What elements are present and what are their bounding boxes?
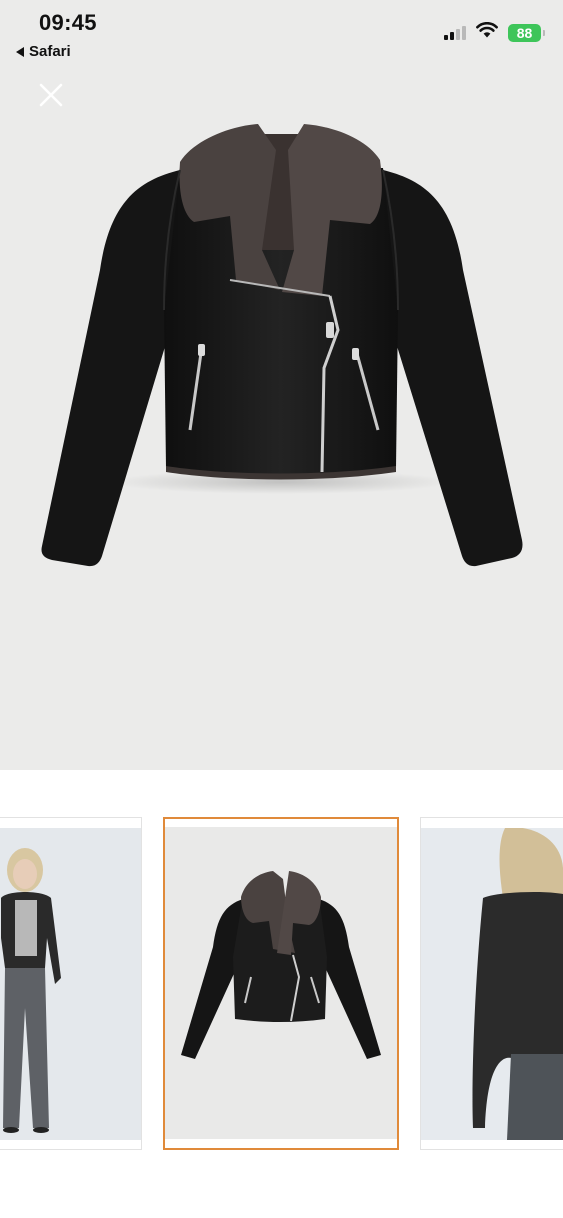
main-product-image[interactable] bbox=[30, 110, 533, 590]
image-viewer: 09:45 Safari 88 bbox=[0, 0, 563, 770]
model-back-image bbox=[421, 828, 563, 1140]
back-to-safari-link[interactable]: Safari bbox=[16, 43, 71, 60]
thumbnail-product[interactable] bbox=[163, 817, 399, 1150]
status-bar: 09:45 Safari 88 bbox=[0, 0, 563, 72]
thumbnail-strip bbox=[0, 770, 563, 1218]
thumbnail-model-front[interactable] bbox=[0, 817, 142, 1150]
close-button[interactable] bbox=[36, 80, 66, 110]
product-image bbox=[165, 827, 397, 1139]
system-icons: 88 bbox=[444, 22, 545, 43]
battery-level: 88 bbox=[516, 24, 533, 41]
battery-icon: 88 bbox=[508, 23, 545, 42]
wifi-icon bbox=[476, 22, 498, 43]
back-app-label: Safari bbox=[29, 43, 71, 60]
status-time: 09:45 bbox=[39, 10, 97, 35]
back-triangle-icon bbox=[16, 46, 24, 57]
model-front-image bbox=[0, 828, 141, 1140]
thumbnail-model-back[interactable] bbox=[420, 817, 563, 1150]
jacket-image bbox=[41, 124, 523, 567]
close-icon bbox=[39, 83, 63, 107]
signal-icon bbox=[444, 25, 466, 40]
